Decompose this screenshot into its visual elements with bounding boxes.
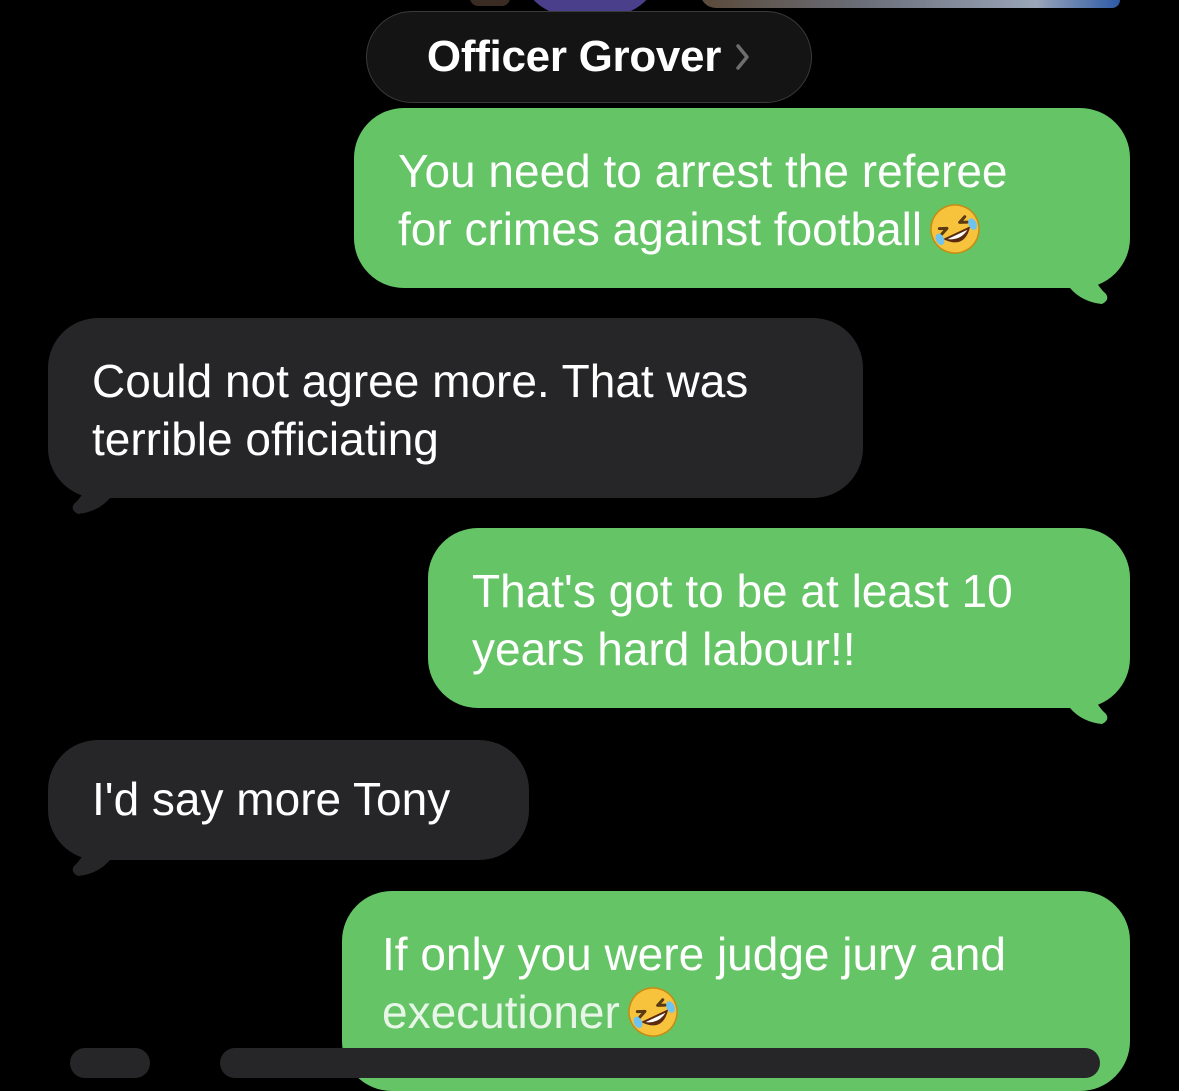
chevron-right-icon — [736, 44, 749, 70]
message-text-line: terrible officiating — [92, 413, 439, 465]
rolling-on-floor-laughing-emoji — [628, 987, 678, 1037]
message-text-line: years hard labour!! — [472, 623, 856, 675]
message-text-line-with-emoji: for crimes against football — [398, 200, 1090, 260]
message-text-line: I'd say more Tony — [92, 773, 451, 825]
message-text-line: You need to arrest the referee — [398, 145, 1008, 197]
bottom-toolbar-button-partial[interactable] — [70, 1048, 150, 1078]
message-bubble-received[interactable]: I'd say more Tony — [48, 740, 529, 860]
header-photo-fragment — [700, 0, 1120, 8]
message-text-line: That's got to be at least 10 — [472, 565, 1013, 617]
message-input-partial[interactable] — [220, 1048, 1100, 1078]
message-text-line: If only you were judge jury and — [382, 928, 1006, 980]
contact-name-button[interactable]: Officer Grover — [366, 11, 812, 103]
message-text-line-with-emoji: executioner — [382, 983, 1090, 1043]
contact-name: Officer Grover — [426, 32, 722, 81]
message-text-line: Could not agree more. That was — [92, 355, 749, 407]
message-text-line: for crimes against football — [398, 203, 923, 255]
message-bubble-received[interactable]: Could not agree more. That was terrible … — [48, 318, 863, 498]
message-bubble-sent[interactable]: That's got to be at least 10 years hard … — [428, 528, 1130, 708]
header-photo-fragment — [470, 0, 510, 6]
message-text-line: executioner — [382, 986, 620, 1038]
message-bubble-sent[interactable]: You need to arrest the referee for crime… — [354, 108, 1130, 288]
rolling-on-floor-laughing-emoji — [930, 204, 980, 254]
bubble-tail-received — [72, 460, 112, 514]
bubble-tail-sent — [1068, 670, 1108, 724]
bubble-tail-received — [72, 822, 112, 876]
bubble-tail-sent — [1068, 250, 1108, 304]
